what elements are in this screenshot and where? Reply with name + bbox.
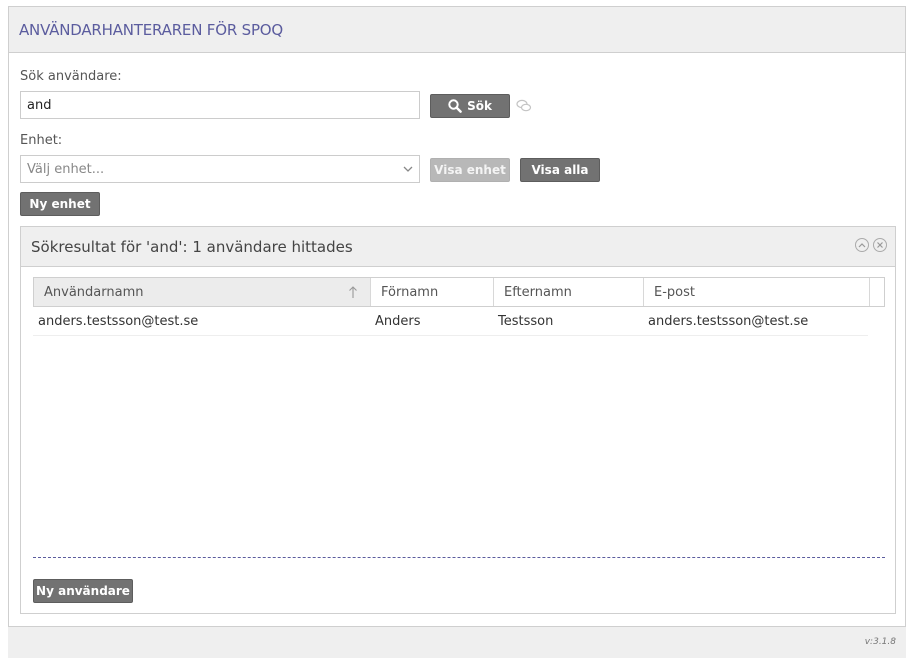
search-input[interactable] (20, 91, 420, 119)
column-header-lastname[interactable]: Efternamn (494, 278, 644, 306)
version-label: v:3.1.8 (864, 637, 896, 647)
column-header-email[interactable]: E-post (644, 278, 870, 306)
results-panel: Sökresultat för 'and': 1 användare hitta… (20, 226, 896, 614)
column-header-scroll-spacer (870, 278, 884, 306)
search-icon (448, 99, 462, 113)
show-all-button[interactable]: Visa alla (520, 158, 600, 182)
new-user-button[interactable]: Ny användare (33, 579, 133, 603)
chevron-down-icon (403, 166, 413, 173)
column-header-label: Användarnamn (44, 284, 144, 300)
panel-tools (855, 238, 887, 252)
users-grid: Användarnamn Förnamn Efternamn E-post an… (33, 277, 885, 337)
column-header-username[interactable]: Användarnamn (34, 278, 371, 306)
search-button[interactable]: Sök (430, 94, 510, 118)
results-title: Sökresultat för 'and': 1 användare hitta… (31, 237, 353, 256)
unit-label: Enhet: (20, 133, 63, 148)
search-label: Sök användare: (20, 69, 122, 84)
collapse-icon[interactable] (855, 238, 869, 252)
cell-email: anders.testsson@test.se (648, 313, 809, 329)
app-header: ANVÄNDARHANTERAREN FÖR SPOQ (9, 7, 905, 53)
column-header-firstname[interactable]: Förnamn (371, 278, 494, 306)
column-header-label: Efternamn (504, 284, 572, 300)
show-unit-button[interactable]: Visa enhet (430, 158, 510, 182)
column-header-label: E-post (654, 284, 695, 300)
table-row[interactable]: anders.testsson@test.se Anders Testsson … (33, 307, 868, 336)
results-panel-header: Sökresultat för 'and': 1 användare hitta… (21, 227, 895, 267)
grid-header: Användarnamn Förnamn Efternamn E-post (33, 277, 885, 307)
app-title: ANVÄNDARHANTERAREN FÖR SPOQ (19, 20, 284, 39)
cell-firstname: Anders (375, 313, 421, 329)
close-icon[interactable] (873, 238, 887, 252)
search-button-label: Sök (467, 99, 492, 113)
chat-bubbles-icon (516, 99, 532, 113)
cell-username: anders.testsson@test.se (38, 313, 199, 329)
app-footer: v:3.1.8 (8, 626, 906, 658)
column-header-label: Förnamn (381, 284, 439, 300)
cell-lastname: Testsson (498, 313, 554, 329)
unit-select-placeholder: Välj enhet... (27, 161, 105, 177)
sort-up-arrow-icon (348, 285, 358, 299)
unit-select[interactable]: Välj enhet... (20, 155, 420, 183)
grid-divider (33, 557, 885, 558)
new-unit-button[interactable]: Ny enhet (20, 192, 100, 216)
